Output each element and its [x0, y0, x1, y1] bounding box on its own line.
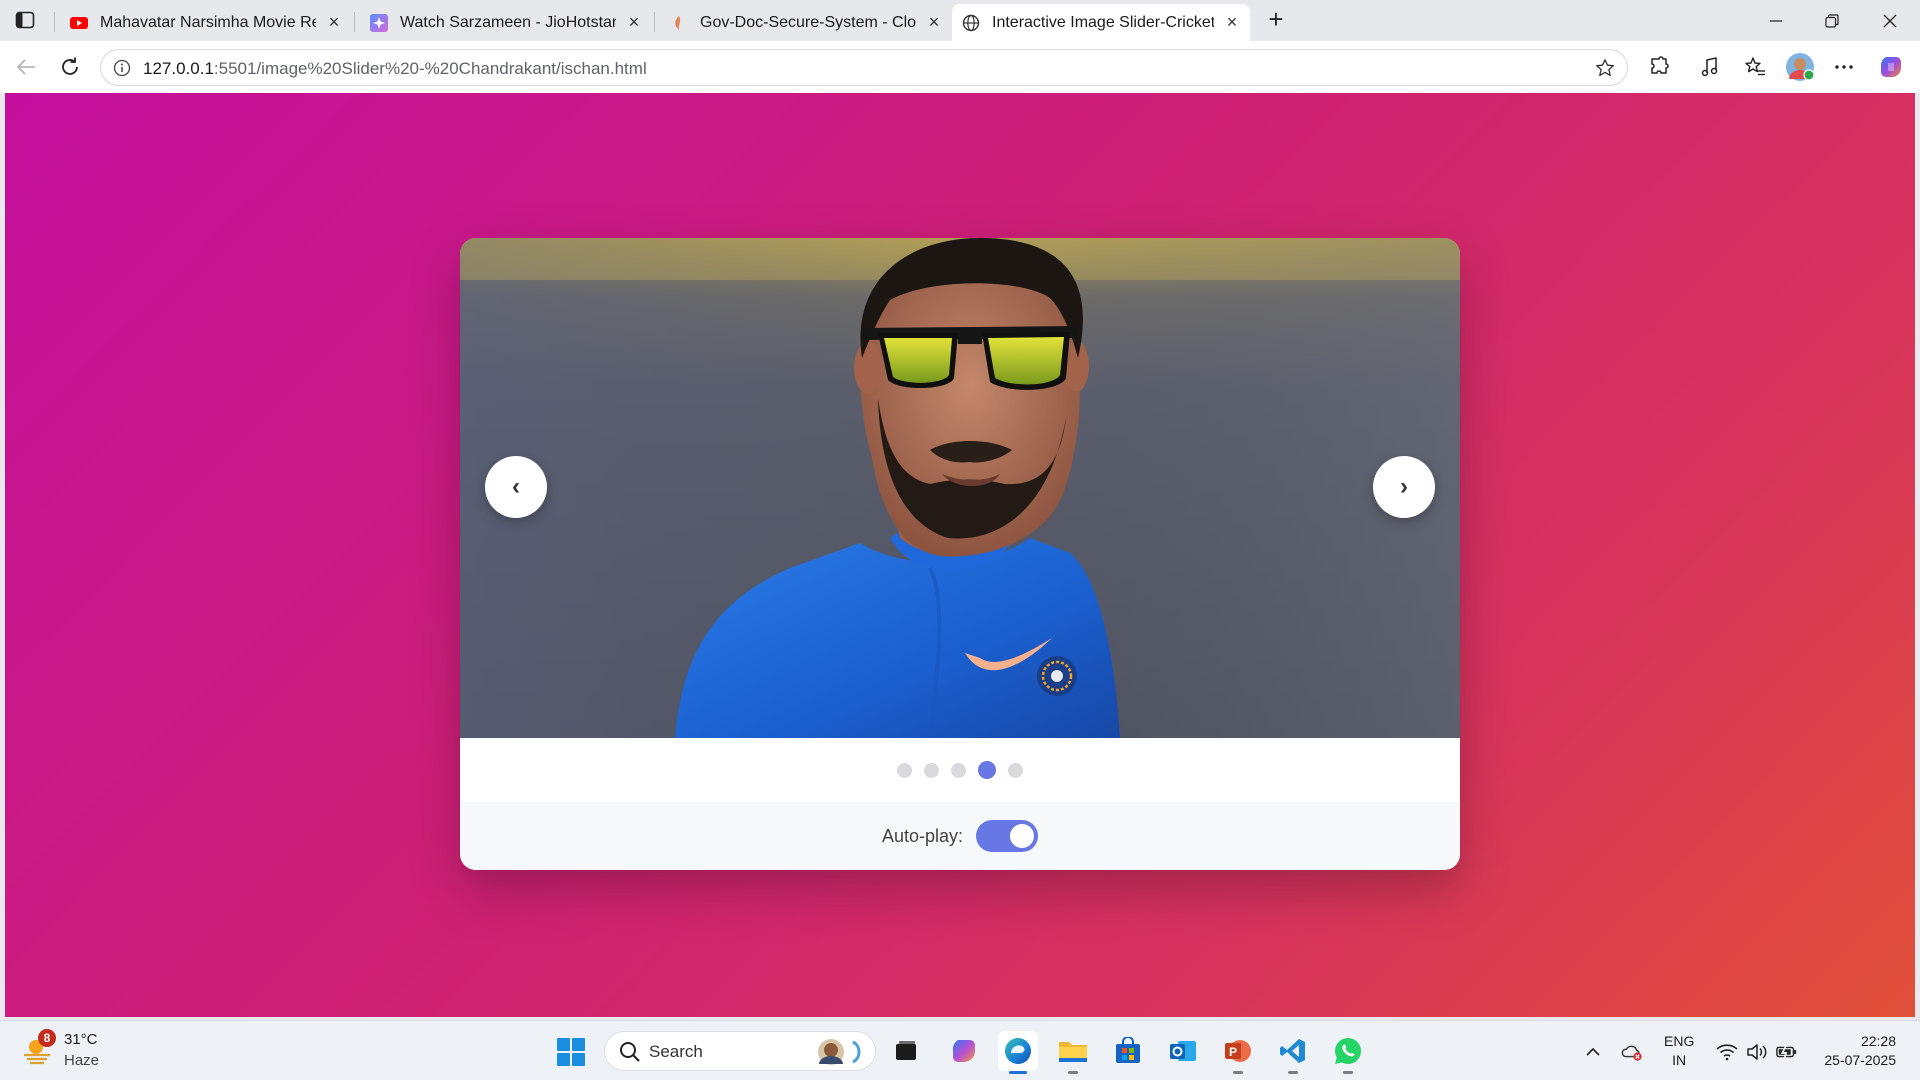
running-indicator: [1009, 1071, 1027, 1074]
close-icon[interactable]: ×: [626, 12, 642, 32]
edge-browser-icon[interactable]: [998, 1031, 1038, 1074]
tab-gov-doc[interactable]: Gov-Doc-Secure-System - Cloud ×: [660, 4, 952, 41]
clock-time: 22:28: [1860, 1033, 1896, 1049]
input-language[interactable]: ENG IN: [1664, 1032, 1694, 1070]
tab-separator: [354, 12, 355, 32]
refresh-icon[interactable]: [56, 53, 84, 81]
tab-separator: [54, 12, 55, 32]
windows-start-icon[interactable]: [556, 1037, 586, 1067]
extensions-icon[interactable]: [1646, 54, 1672, 80]
profile-avatar[interactable]: [1785, 52, 1815, 82]
language-code: ENG: [1664, 1033, 1695, 1049]
slide-dot-5[interactable]: [1008, 762, 1023, 778]
more-options-icon[interactable]: [1831, 54, 1857, 80]
close-icon[interactable]: ×: [1224, 12, 1240, 32]
tab-jiohotstar[interactable]: Watch Sarzameen - JioHotstar ×: [360, 4, 652, 41]
back-arrow-icon[interactable]: [12, 53, 40, 81]
autoplay-label: Auto-play:: [881, 825, 964, 846]
weather-temperature: 31°C: [64, 1031, 98, 1048]
chevron-up-icon[interactable]: [1582, 1041, 1604, 1063]
close-window-icon[interactable]: [1868, 6, 1912, 36]
running-indicator: [1233, 1071, 1243, 1074]
running-indicator: [1068, 1071, 1078, 1074]
outlook-icon[interactable]: [1163, 1031, 1203, 1071]
weather-condition: Haze: [64, 1052, 100, 1069]
copilot-icon[interactable]: [1878, 54, 1904, 80]
onedrive-error-icon[interactable]: [1621, 1041, 1643, 1063]
favorite-star-icon[interactable]: [1595, 58, 1615, 78]
globe-icon: [962, 14, 980, 32]
whatsapp-icon[interactable]: [1328, 1031, 1368, 1074]
wifi-icon[interactable]: [1716, 1041, 1738, 1063]
slide-dot-4[interactable]: [978, 761, 996, 779]
slide-dot-3[interactable]: [951, 762, 966, 778]
tab-title: Mahavatar Narsimha Movie Revie: [100, 13, 316, 31]
image-slider-card: ‹ › Auto-play:: [460, 238, 1460, 870]
task-view-icon[interactable]: [886, 1031, 926, 1071]
running-indicator: [1288, 1071, 1298, 1074]
url-host: 127.0.0.1: [143, 59, 214, 78]
powerpoint-icon[interactable]: P: [1218, 1031, 1258, 1074]
tab-mahavatar[interactable]: Mahavatar Narsimha Movie Revie ×: [60, 4, 352, 41]
toggle-knob: [1010, 824, 1035, 848]
cloud-icon: [670, 14, 688, 32]
taskbar-search[interactable]: Search: [604, 1031, 876, 1071]
url-text: 127.0.0.1:5501/image%20Slider%20-%20Chan…: [143, 59, 647, 79]
weather-alert-badge: 8: [38, 1029, 56, 1047]
tab-title: Gov-Doc-Secure-System - Cloud: [700, 13, 916, 31]
microsoft-store-icon[interactable]: [1108, 1031, 1148, 1071]
media-control-icon[interactable]: [1697, 54, 1723, 80]
close-icon[interactable]: ×: [326, 12, 342, 32]
chevron-right-icon: ›: [1400, 473, 1408, 500]
copilot-taskbar-icon[interactable]: [944, 1031, 984, 1071]
search-placeholder: Search: [649, 1042, 703, 1061]
address-bar[interactable]: 127.0.0.1:5501/image%20Slider%20-%20Chan…: [100, 49, 1628, 86]
favorites-icon[interactable]: [1742, 54, 1768, 80]
autoplay-bar: Auto-play:: [460, 802, 1460, 870]
slide-dot-1[interactable]: [897, 762, 912, 778]
url-path: :5501/image%20Slider%20-%20Chandrakant/i…: [213, 59, 647, 78]
tab-actions-icon[interactable]: [12, 8, 38, 32]
cricketer-slide-image: [460, 238, 1460, 738]
system-clock[interactable]: 22:28 25-07-2025: [1816, 1032, 1896, 1070]
prev-slide-button[interactable]: ‹: [485, 456, 547, 518]
clock-date: 25-07-2025: [1824, 1052, 1896, 1068]
minimize-icon[interactable]: [1754, 6, 1798, 36]
autoplay-toggle[interactable]: [976, 820, 1039, 852]
browser-tab-bar: Mahavatar Narsimha Movie Revie × Watch S…: [0, 0, 1920, 41]
restore-icon[interactable]: [1810, 6, 1854, 36]
jiohotstar-icon: [370, 13, 388, 32]
chevron-left-icon: ‹: [512, 473, 520, 500]
tab-title: Interactive Image Slider-Cricketer: [992, 13, 1214, 31]
next-slide-button[interactable]: ›: [1373, 456, 1435, 518]
new-tab-button[interactable]: +: [1262, 6, 1290, 34]
search-icon: [619, 1041, 641, 1063]
site-info-icon[interactable]: [113, 59, 131, 77]
region-code: IN: [1672, 1052, 1687, 1068]
close-icon[interactable]: ×: [926, 12, 942, 32]
running-indicator: [1343, 1071, 1353, 1074]
battery-icon[interactable]: [1776, 1041, 1798, 1063]
youtube-icon: [70, 14, 88, 32]
slide-indicators: [460, 738, 1460, 802]
page-viewport: ‹ › Auto-play:: [5, 93, 1915, 1017]
windows-taskbar: 8 31°C Haze Search P ENG IN 22:28 25-07-…: [0, 1020, 1920, 1080]
volume-icon[interactable]: [1746, 1041, 1768, 1063]
tab-title: Watch Sarzameen - JioHotstar: [400, 13, 616, 31]
tab-separator: [654, 12, 655, 32]
svg-text:P: P: [1229, 1045, 1237, 1059]
tab-image-slider[interactable]: Interactive Image Slider-Cricketer ×: [952, 4, 1250, 41]
file-explorer-icon[interactable]: [1053, 1031, 1093, 1074]
slide-dot-2[interactable]: [924, 762, 939, 778]
search-highlight-icon: [809, 1036, 869, 1068]
vscode-icon[interactable]: [1273, 1031, 1313, 1074]
browser-toolbar: 127.0.0.1:5501/image%20Slider%20-%20Chan…: [0, 41, 1920, 93]
